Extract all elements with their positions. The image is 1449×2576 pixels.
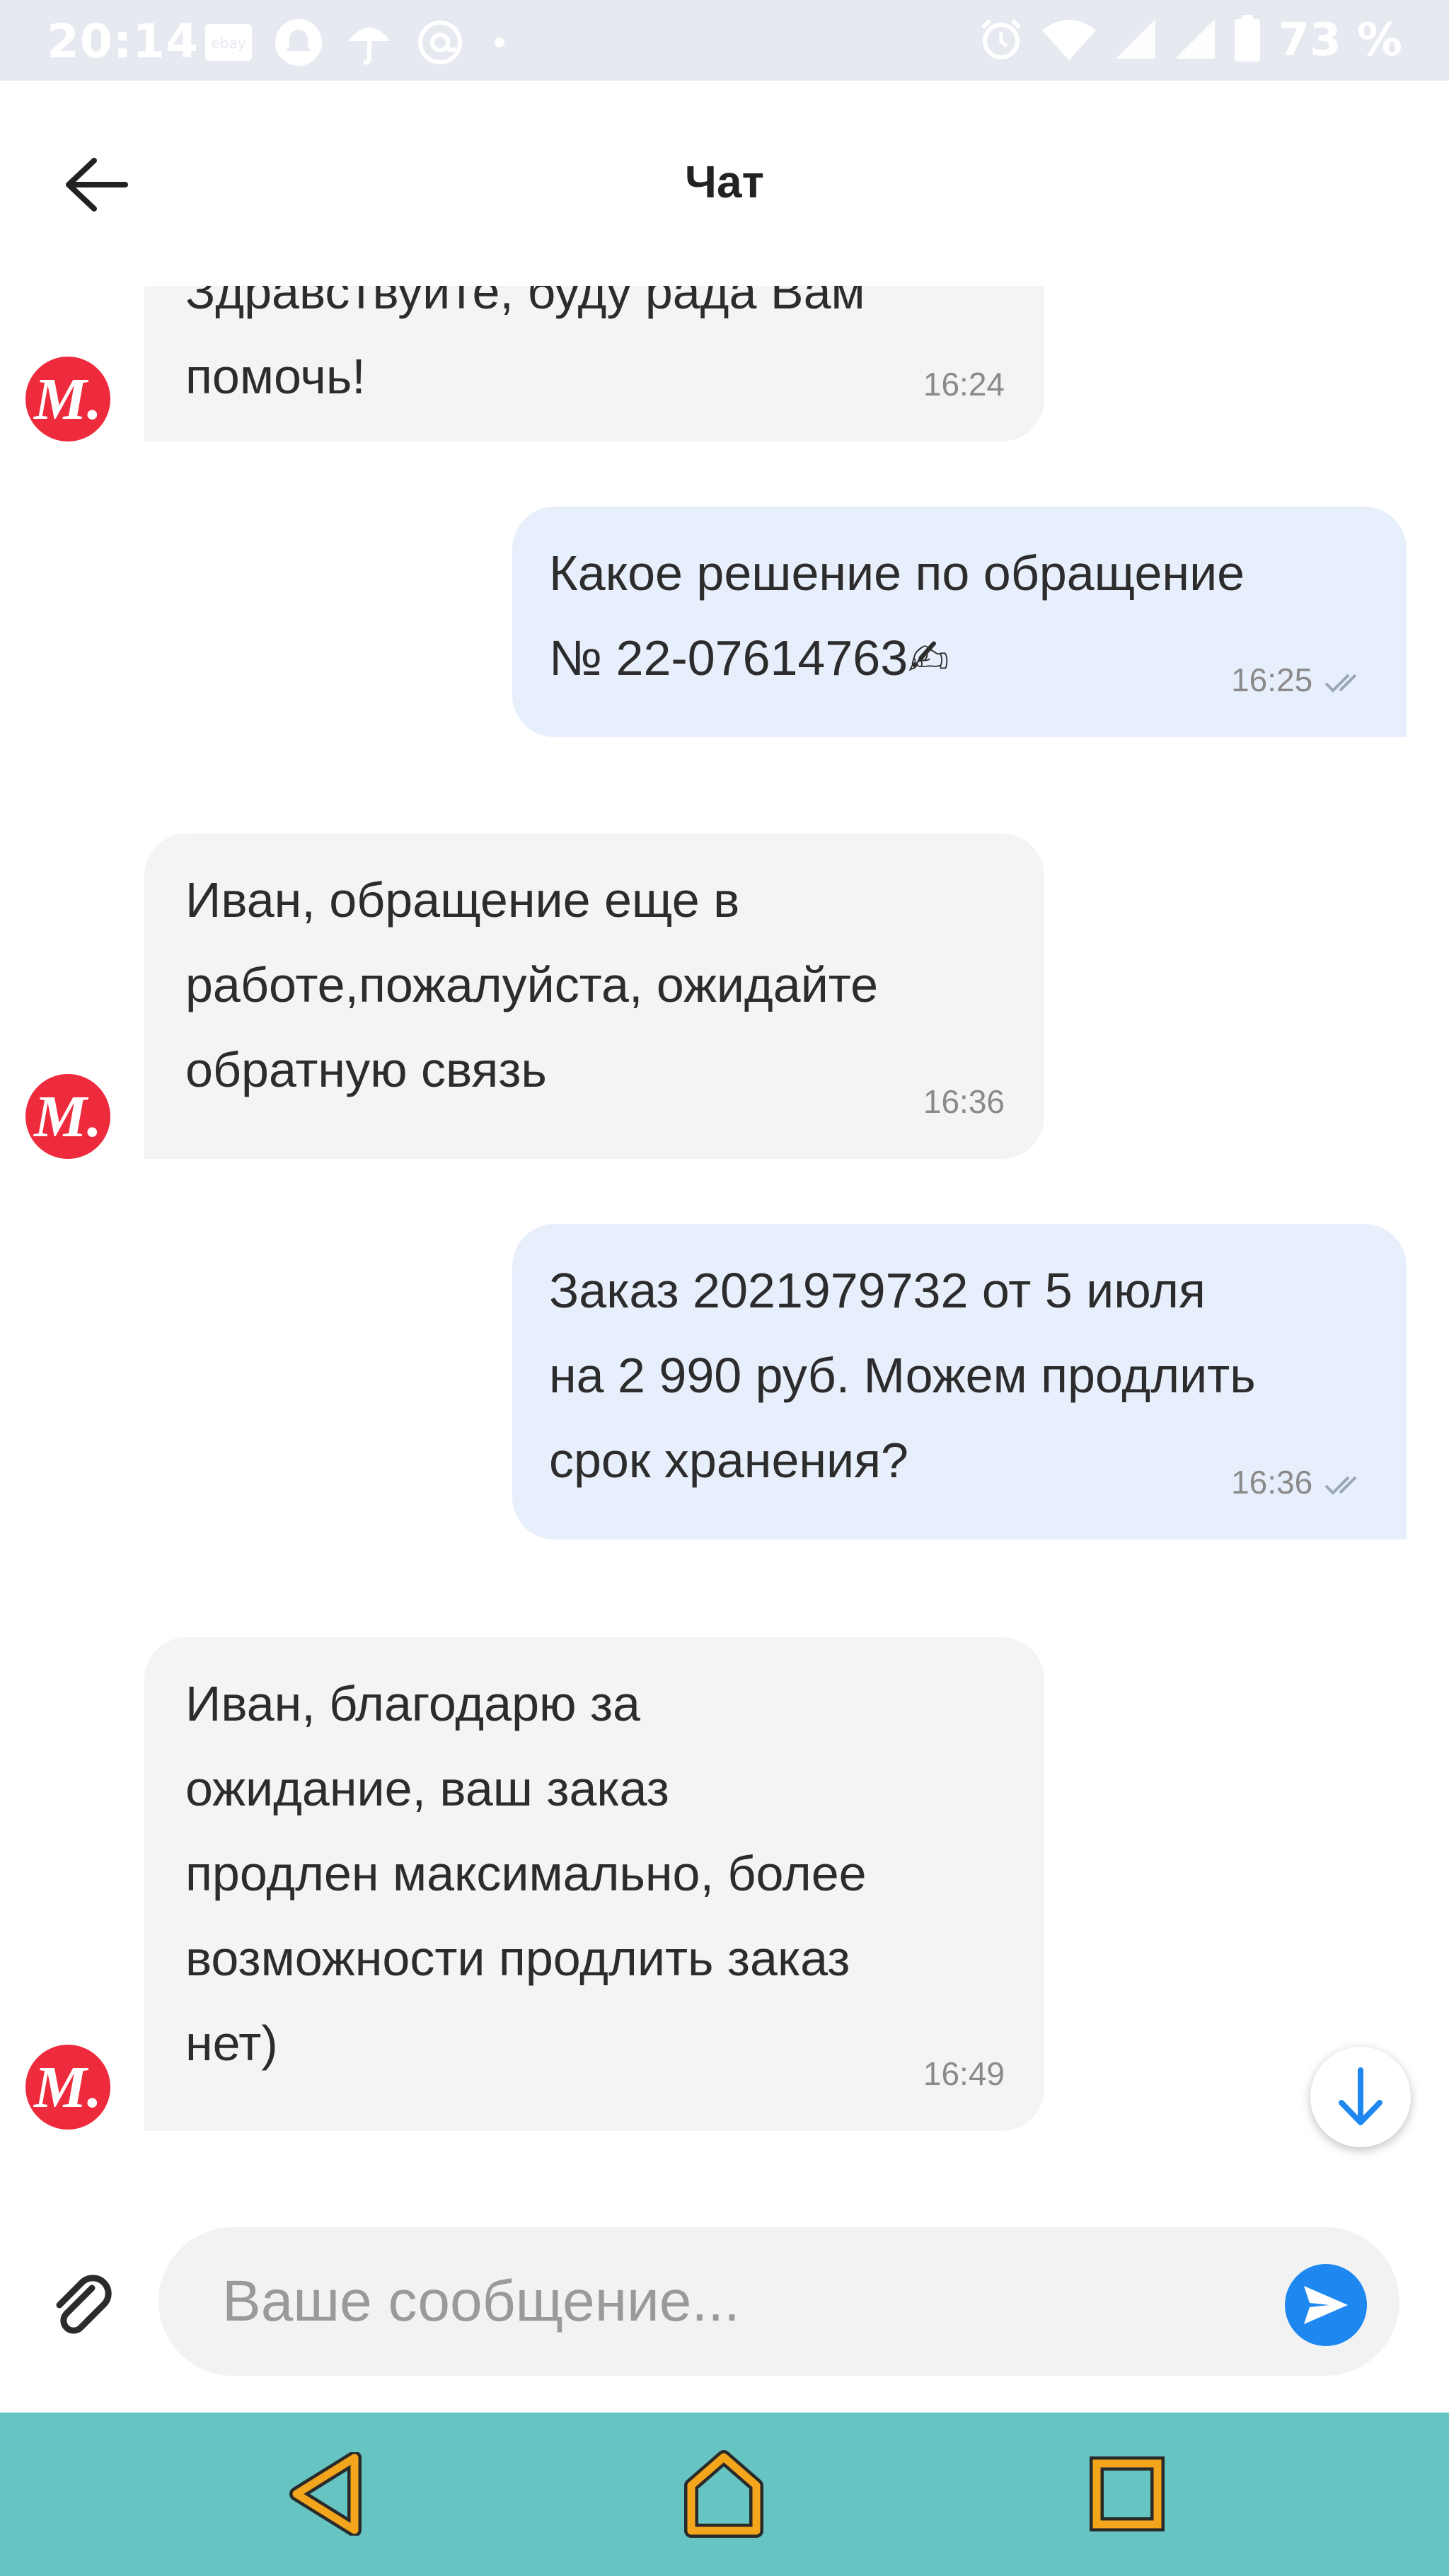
- at-icon: [415, 17, 466, 71]
- square-recents-icon: [1090, 2456, 1165, 2531]
- paperclip-icon: [56, 2275, 112, 2334]
- nav-recents-button[interactable]: [1074, 2441, 1180, 2547]
- message-time: 16:24: [923, 366, 1005, 403]
- incoming-message: Здравствуйте, буду рада Вам помочь! 16:2…: [144, 286, 1044, 441]
- notification-icon: [273, 17, 324, 71]
- scroll-to-bottom-button[interactable]: [1310, 2047, 1411, 2147]
- message-time-status: 16:36: [1231, 1465, 1367, 1500]
- arrow-down-icon: [1339, 2067, 1382, 2125]
- status-system-icons: 73 %: [978, 14, 1402, 67]
- status-bar: 20:14 ebay 73 %: [0, 0, 1449, 81]
- agent-avatar: М.: [25, 1074, 110, 1159]
- incoming-message: Иван, благодарю за ожидание, ваш заказ п…: [144, 1637, 1044, 2131]
- agent-avatar-letter: М.: [34, 1083, 102, 1150]
- double-check-icon: [1324, 674, 1357, 693]
- battery-level: 73 %: [1278, 14, 1402, 67]
- message-time: 16:36: [1231, 1464, 1313, 1501]
- agent-avatar: М.: [25, 2045, 110, 2130]
- message-list[interactable]: Здравствуйте, буду рада Вам помочь! 16:2…: [0, 286, 1449, 2196]
- signal-icon: [1174, 16, 1216, 64]
- outgoing-message: Какое решение по обращение № 22-07614763…: [512, 507, 1407, 737]
- wifi-icon: [1041, 16, 1097, 64]
- incoming-message: Иван, обращение еще в работе,пожалуйста,…: [144, 833, 1044, 1159]
- status-notification-icons: ebay: [204, 17, 514, 71]
- attach-button[interactable]: [41, 2265, 126, 2350]
- message-composer: [0, 2196, 1449, 2413]
- message-input-container: [158, 2227, 1399, 2376]
- nav-back-button[interactable]: [272, 2441, 379, 2547]
- double-check-icon: [1324, 1476, 1357, 1495]
- message-input[interactable]: [222, 2227, 1255, 2376]
- nav-home-button[interactable]: [671, 2441, 777, 2547]
- system-navigation-bar: [0, 2413, 1449, 2576]
- status-time: 20:14: [47, 14, 200, 69]
- svg-text:ebay: ebay: [211, 35, 246, 52]
- triangle-back-icon: [289, 2452, 362, 2536]
- ebay-icon: ebay: [204, 23, 253, 65]
- home-icon: [684, 2450, 763, 2538]
- dot-icon: [485, 28, 514, 59]
- message-text: Иван, благодарю за ожидание, ваш заказ п…: [185, 1676, 867, 2071]
- agent-avatar-letter: М.: [34, 366, 102, 432]
- send-button[interactable]: [1285, 2264, 1367, 2346]
- agent-avatar-letter: М.: [34, 2054, 102, 2120]
- message-time: 16:25: [1231, 662, 1313, 698]
- signal-icon: [1114, 16, 1157, 64]
- message-text: Здравствуйте, буду рада Вам помочь!: [185, 286, 865, 404]
- message-time: 16:49: [923, 2055, 1005, 2092]
- alarm-icon: [978, 16, 1024, 64]
- chat-header: Чат: [0, 81, 1449, 286]
- page-title: Чат: [685, 156, 764, 207]
- agent-avatar: М.: [25, 357, 110, 441]
- outgoing-message: Заказ 2021979732 от 5 июля на 2 990 руб.…: [512, 1224, 1407, 1540]
- battery-icon: [1233, 15, 1262, 66]
- send-icon: [1304, 2286, 1348, 2324]
- message-time: 16:36: [923, 1083, 1005, 1120]
- umbrella-icon: [344, 17, 395, 71]
- message-time-status: 16:25: [1231, 662, 1367, 698]
- message-text: Иван, обращение еще в работе,пожалуйста,…: [185, 872, 879, 1097]
